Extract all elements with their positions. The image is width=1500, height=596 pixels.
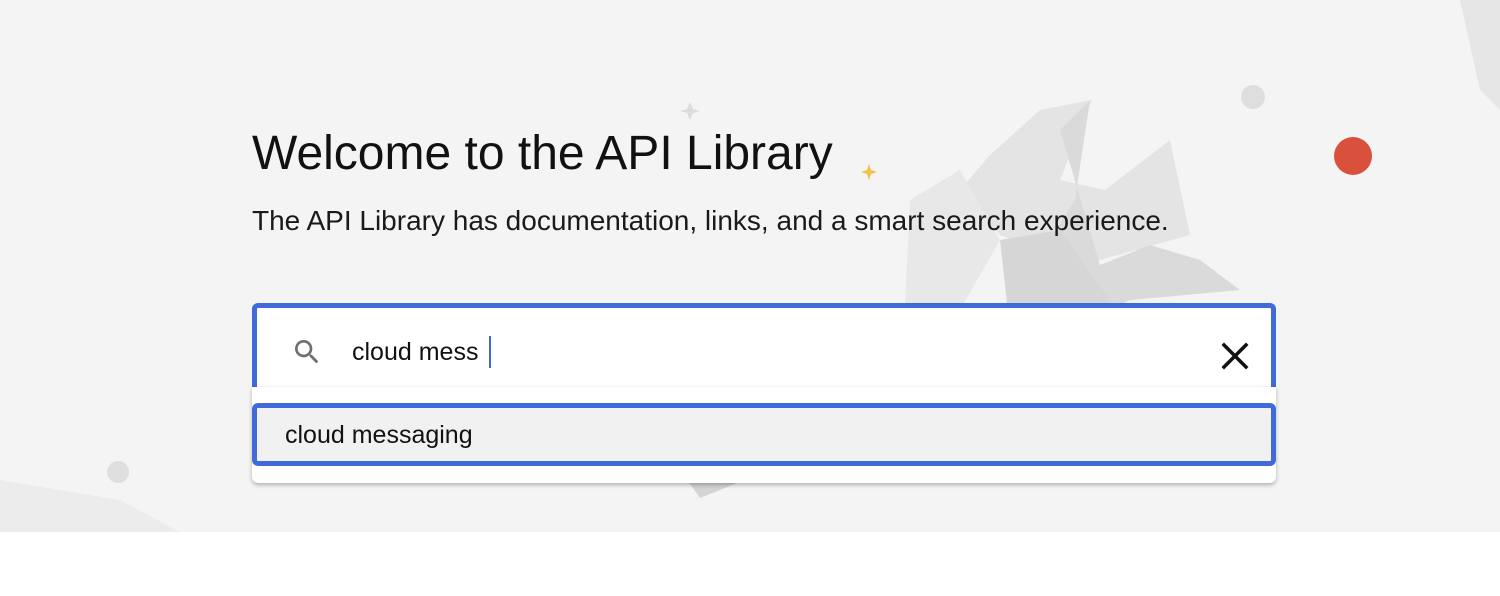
page-title: Welcome to the API Library xyxy=(252,127,833,180)
text-cursor xyxy=(489,336,491,368)
close-icon[interactable] xyxy=(1220,341,1250,371)
page-subtitle: The API Library has documentation, links… xyxy=(252,205,1169,236)
hero-banner: Welcome to the API Library The API Libra… xyxy=(0,0,1500,532)
suggestion-label: cloud messaging xyxy=(285,421,473,449)
search-box[interactable] xyxy=(252,303,1276,387)
search-suggestions: cloud messaging xyxy=(252,387,1276,483)
suggestion-item[interactable]: cloud messaging xyxy=(252,403,1276,466)
search-input[interactable] xyxy=(352,330,1172,374)
search-icon xyxy=(291,336,323,368)
